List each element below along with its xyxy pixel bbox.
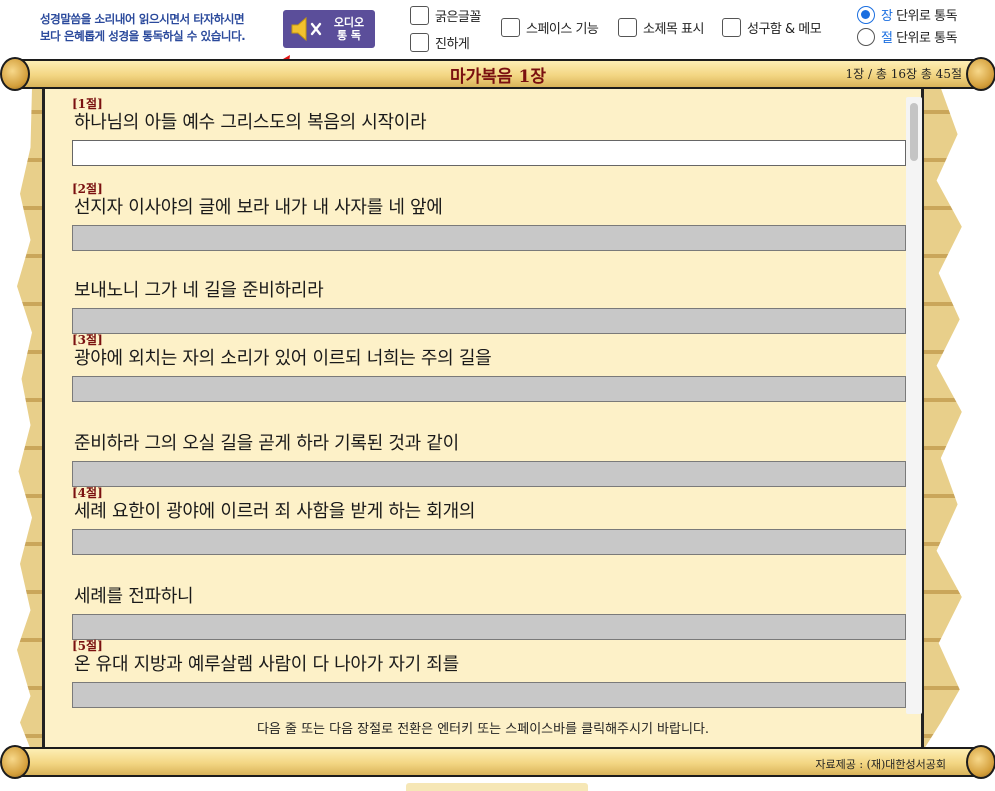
space-function-label: 스페이스 기능: [526, 22, 599, 37]
typing-input[interactable]: [72, 461, 906, 487]
verse-text: 세례 요한이 광야에 이르러 죄 사함을 받게 하는 회개의: [74, 501, 476, 522]
verse-row: [1절] 하나님의 아들 예수 그리스도의 복음의 시작이라: [72, 97, 906, 166]
chapter-mode-suffix: 단위로 통독: [892, 9, 958, 24]
typing-input[interactable]: [72, 529, 906, 555]
verse-row: [3절] 광야에 외치는 자의 소리가 있어 이르되 너희는 주의 길을: [72, 333, 906, 402]
typing-input[interactable]: [72, 225, 906, 251]
typing-input[interactable]: [72, 614, 906, 640]
verse-number: [1절]: [72, 97, 103, 111]
promo-line-2: 보다 은혜롭게 성경을 통독하실 수 있습니다.: [40, 29, 246, 43]
verse-text: 세례를 전파하니: [74, 586, 194, 607]
typing-input[interactable]: [72, 376, 906, 402]
verse-row: 세례를 전파하니: [72, 571, 906, 640]
promo-text: 성경말씀을 소리내어 읽으시면서 타자하시면 보다 은혜롭게 성경을 통독하실 …: [40, 11, 246, 45]
show-subtitle-option[interactable]: 소제목 표시: [618, 18, 704, 37]
chapter-title: 마가복음 1장: [450, 67, 546, 87]
verse-text: 온 유대 지방과 예루살렘 사람이 다 나아가 자기 죄를: [74, 654, 459, 675]
bold-font-checkbox[interactable]: [410, 6, 429, 25]
bold-font-option[interactable]: 굵은글꼴: [410, 6, 481, 25]
verse-row: [5절] 온 유대 지방과 예루살렘 사람이 다 나아가 자기 죄를: [72, 639, 906, 708]
verse-number: [2절]: [72, 182, 103, 196]
chapter-mode-prefix: 장: [881, 9, 893, 24]
verse-row: 보내노니 그가 네 길을 준비하리라: [72, 265, 906, 334]
audio-button-line-2: 통 독: [336, 29, 362, 42]
verse-memo-checkbox[interactable]: [722, 18, 741, 37]
verse-number: [3절]: [72, 333, 103, 347]
chapter-mode-option[interactable]: 장 단위로 통독: [857, 5, 958, 24]
bold-font-label: 굵은글꼴: [435, 10, 481, 25]
verse-memo-option[interactable]: 성구함 & 메모: [722, 18, 822, 37]
verse-number: [72, 571, 906, 585]
verse-number: [4절]: [72, 486, 103, 500]
show-subtitle-checkbox[interactable]: [618, 18, 637, 37]
show-subtitle-label: 소제목 표시: [643, 22, 704, 37]
chapter-count: 1장 / 총 16장 총 45절: [845, 67, 963, 81]
verse-number: [5절]: [72, 639, 103, 653]
audio-button-line-1: 오디오: [333, 16, 365, 29]
scroll-bottom-rod: 자료제공 : (재)대한성서공회: [0, 745, 995, 779]
verse-mode-radio[interactable]: [857, 27, 875, 46]
typing-input[interactable]: [72, 308, 906, 334]
verse-text: 보내노니 그가 네 길을 준비하리라: [74, 280, 324, 301]
verse-number: [72, 265, 906, 279]
chapter-mode-label: 장 단위로 통독: [881, 5, 958, 24]
verse-mode-label: 절 단위로 통독: [881, 27, 958, 46]
verse-text: 선지자 이사야의 글에 보라 내가 내 사자를 네 앞에: [74, 197, 443, 218]
promo-line-1: 성경말씀을 소리내어 읽으시면서 타자하시면: [40, 12, 245, 26]
verse-mode-prefix: 절: [881, 31, 893, 46]
verse-scrollbar[interactable]: [906, 97, 922, 714]
verse-text: 하나님의 아들 예수 그리스도의 복음의 시작이라: [74, 112, 427, 133]
darker-checkbox[interactable]: [410, 33, 429, 52]
verse-memo-label: 성구함 & 메모: [747, 22, 822, 37]
typing-input[interactable]: [72, 140, 906, 166]
scroll-left-edge: [17, 88, 44, 749]
rod-cap-left: [0, 745, 30, 779]
scroll-right-edge: [924, 88, 962, 749]
bottom-tab: [406, 783, 588, 791]
rod-cap-right: [966, 745, 995, 779]
navigation-hint: 다음 줄 또는 다음 장절로 전환은 엔터키 또는 스페이스바를 클릭해주시기 …: [256, 722, 710, 737]
verse-row: [2절] 선지자 이사야의 글에 보라 내가 내 사자를 네 앞에: [72, 182, 906, 251]
audio-button-label: 오디오 통 독: [326, 16, 372, 42]
verse-text: 광야에 외치는 자의 소리가 있어 이르되 너희는 주의 길을: [74, 348, 492, 369]
scrollbar-thumb[interactable]: [910, 103, 918, 161]
space-function-checkbox[interactable]: [501, 18, 520, 37]
scroll-top-rod: 마가복음 1장 1장 / 총 16장 총 45절: [0, 57, 995, 91]
verse-mode-option[interactable]: 절 단위로 통독: [857, 27, 958, 46]
chapter-mode-radio[interactable]: [857, 5, 875, 24]
verse-text: 준비하라 그의 오실 길을 곧게 하라 기록된 것과 같이: [74, 433, 459, 454]
audio-reading-button[interactable]: 오디오 통 독: [283, 10, 375, 48]
data-credit: 자료제공 : (재)대한성서공회: [815, 758, 946, 771]
typing-input[interactable]: [72, 682, 906, 708]
darker-option[interactable]: 진하게: [410, 33, 470, 52]
darker-label: 진하게: [435, 37, 470, 52]
space-function-option[interactable]: 스페이스 기능: [501, 18, 599, 37]
verse-mode-suffix: 단위로 통독: [892, 31, 958, 46]
verse-row: [4절] 세례 요한이 광야에 이르러 죄 사함을 받게 하는 회개의: [72, 486, 906, 555]
verse-number: [72, 418, 906, 432]
verse-row: 준비하라 그의 오실 길을 곧게 하라 기록된 것과 같이: [72, 418, 906, 487]
speaker-muted-icon: [291, 16, 322, 42]
